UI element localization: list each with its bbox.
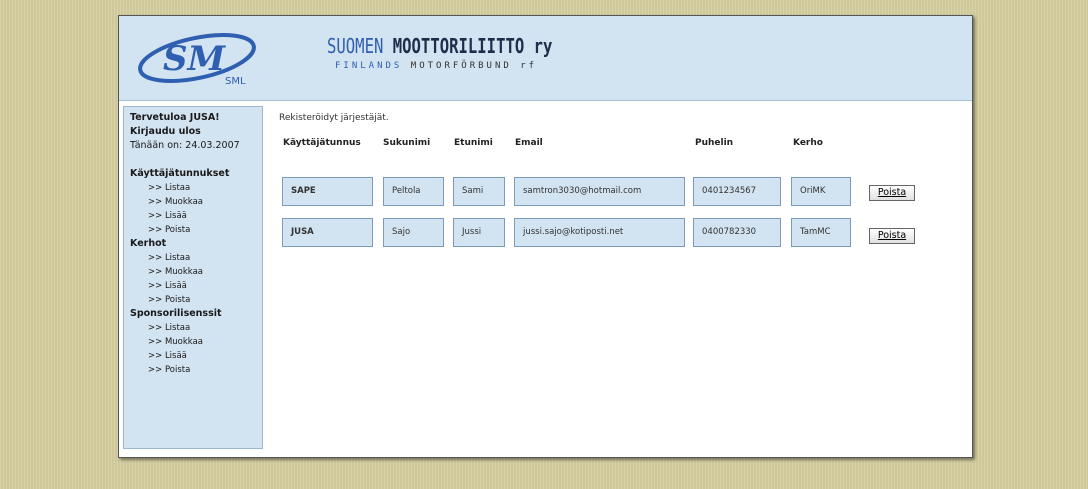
sidebar-link-users-edit[interactable]: >> Muokkaa [130, 195, 262, 209]
sidebar-link-clubs-list[interactable]: >> Listaa [130, 251, 262, 265]
cell-club[interactable]: OriMK [791, 177, 851, 206]
cell-username[interactable]: JUSA [282, 218, 373, 247]
org-name-part1: SUOMEN [327, 34, 384, 58]
column-header-lastname: Sukunimi [383, 138, 431, 148]
sidebar-link-sponsors-delete[interactable]: >> Poista [130, 363, 262, 377]
cell-firstname[interactable]: Jussi [453, 218, 505, 247]
sml-logo[interactable]: SM SML [135, 28, 265, 88]
sidebar-link-users-delete[interactable]: >> Poista [130, 223, 262, 237]
column-header-phone: Puhelin [695, 138, 734, 148]
sidebar-section-sponsors: Sponsorilisenssit [130, 308, 222, 319]
header: SM SML SUOMEN MOOTTORILIITTO ry FINLANDS… [119, 16, 972, 101]
page-frame: SM SML SUOMEN MOOTTORILIITTO ry FINLANDS… [118, 15, 973, 458]
delete-button[interactable]: Poista [869, 185, 915, 201]
column-header-club: Kerho [793, 138, 823, 148]
sidebar-link-clubs-add[interactable]: >> Lisää [130, 279, 262, 293]
cell-phone[interactable]: 0400782330 [693, 218, 781, 247]
sidebar-link-clubs-delete[interactable]: >> Poista [130, 293, 262, 307]
org-subtitle-part2: MOTORFÖRBUND [410, 61, 512, 71]
sidebar-link-sponsors-edit[interactable]: >> Muokkaa [130, 335, 262, 349]
org-name-suffix: ry [533, 34, 553, 58]
sidebar-link-clubs-edit[interactable]: >> Muokkaa [130, 265, 262, 279]
sidebar-link-users-list[interactable]: >> Listaa [130, 181, 262, 195]
org-subtitle-part1: FINLANDS [335, 61, 403, 71]
sidebar-link-sponsors-add[interactable]: >> Lisää [130, 349, 262, 363]
table-caption: Rekisteröidyt järjestäjät. [279, 113, 389, 123]
cell-username[interactable]: SAPE [282, 177, 373, 206]
sidebar-link-users-add[interactable]: >> Lisää [130, 209, 262, 223]
cell-lastname[interactable]: Peltola [383, 177, 444, 206]
cell-phone[interactable]: 0401234567 [693, 177, 781, 206]
welcome-text: Tervetuloa JUSA! [130, 112, 220, 123]
main-content: Rekisteröidyt järjestäjät. Käyttäjätunnu… [279, 112, 959, 247]
cell-club[interactable]: TamMC [791, 218, 851, 247]
column-header-firstname: Etunimi [454, 138, 493, 148]
logout-link[interactable]: Kirjaudu ulos [130, 125, 262, 139]
org-name-part2: MOOTTORILIITTO [392, 34, 525, 58]
cell-email[interactable]: samtron3030@hotmail.com [514, 177, 685, 206]
delete-button[interactable]: Poista [869, 228, 915, 244]
sidebar: Tervetuloa JUSA! Kirjaudu ulos Tänään on… [123, 106, 263, 449]
sidebar-section-clubs: Kerhot [130, 238, 167, 249]
org-subtitle-suffix: rf [520, 61, 538, 71]
cell-email[interactable]: jussi.sajo@kotiposti.net [514, 218, 685, 247]
org-name: SUOMEN MOOTTORILIITTO ry [327, 34, 552, 58]
org-subtitle: FINLANDS MOTORFÖRBUND rf [335, 61, 537, 71]
sml-logo-icon: SM SML [138, 33, 256, 87]
column-header-username: Käyttäjätunnus [283, 138, 361, 148]
cell-lastname[interactable]: Sajo [383, 218, 444, 247]
today-date: Tänään on: 24.03.2007 [130, 140, 240, 151]
cell-firstname[interactable]: Sami [453, 177, 505, 206]
svg-text:SM: SM [163, 39, 227, 79]
sidebar-section-users: Käyttäjätunnukset [130, 168, 230, 179]
logo-text: SML [225, 76, 246, 87]
sidebar-link-sponsors-list[interactable]: >> Listaa [130, 321, 262, 335]
column-header-email: Email [515, 138, 543, 148]
